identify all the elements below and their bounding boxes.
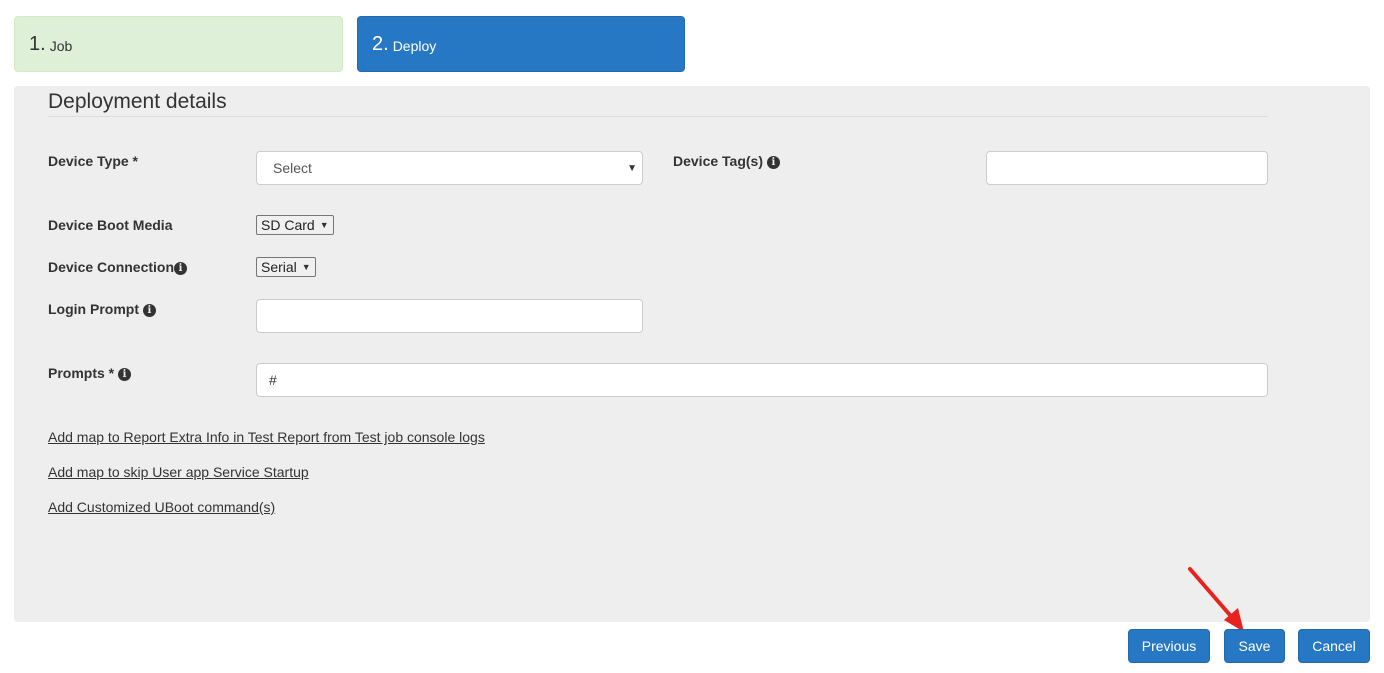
previous-button[interactable]: Previous (1128, 629, 1210, 663)
connection-value: Serial (261, 259, 297, 275)
login-prompt-label: Login Prompt i (48, 301, 156, 317)
device-tags-input[interactable] (986, 151, 1268, 185)
info-icon[interactable]: i (766, 156, 780, 169)
connection-label-text: Device Connection (48, 259, 175, 275)
add-report-extra-info-link[interactable]: Add map to Report Extra Info in Test Rep… (48, 429, 485, 445)
device-type-label-text: Device Type * (48, 153, 139, 169)
boot-media-label-text: Device Boot Media (48, 217, 173, 233)
chevron-down-icon: ▼ (301, 262, 311, 272)
step-label: Deploy (392, 38, 437, 54)
add-skip-service-startup-link[interactable]: Add map to skip User app Service Startup (48, 464, 309, 480)
prompts-label: Prompts * i (48, 365, 132, 381)
step-label: Job (49, 38, 73, 54)
info-icon[interactable]: i (142, 304, 156, 317)
add-uboot-command-link[interactable]: Add Customized UBoot command(s) (48, 499, 275, 515)
prompts-value: # (269, 372, 277, 388)
prompts-input[interactable]: # (256, 363, 1268, 397)
connection-select[interactable]: Serial ▼ (256, 257, 316, 277)
annotation-arrow-icon (1188, 567, 1244, 632)
deployment-panel: Deployment details Device Type * Select … (14, 86, 1370, 622)
info-icon[interactable]: i (118, 368, 132, 381)
prompts-label-text: Prompts * (48, 365, 115, 381)
chevron-down-icon: ▼ (627, 162, 637, 174)
boot-media-select[interactable]: SD Card ▼ (256, 215, 334, 235)
cancel-button[interactable]: Cancel (1298, 629, 1370, 663)
device-type-label: Device Type * (48, 153, 138, 169)
boot-media-value: SD Card (261, 217, 315, 233)
step-number: 1. (29, 32, 46, 55)
step-deploy[interactable]: 2. Deploy (357, 16, 685, 72)
save-button[interactable]: Save (1224, 629, 1285, 663)
device-tags-label-text: Device Tag(s) (673, 153, 763, 169)
deploy-page: 1. Job 2. Deploy Deployment details Devi… (0, 0, 1384, 673)
chevron-down-icon: ▼ (319, 220, 329, 230)
login-prompt-label-text: Login Prompt (48, 301, 139, 317)
login-prompt-input[interactable] (256, 299, 643, 333)
step-number: 2. (372, 32, 389, 55)
device-type-value: Select (273, 160, 312, 176)
boot-media-label: Device Boot Media (48, 217, 172, 233)
device-tags-label: Device Tag(s) i (673, 153, 780, 169)
step-job[interactable]: 1. Job (14, 16, 343, 72)
info-icon[interactable]: i (174, 262, 188, 275)
device-type-select[interactable]: Select ▼ (256, 151, 643, 185)
connection-label: Device Connection i (48, 259, 188, 275)
panel-title: Deployment details (48, 90, 1268, 117)
